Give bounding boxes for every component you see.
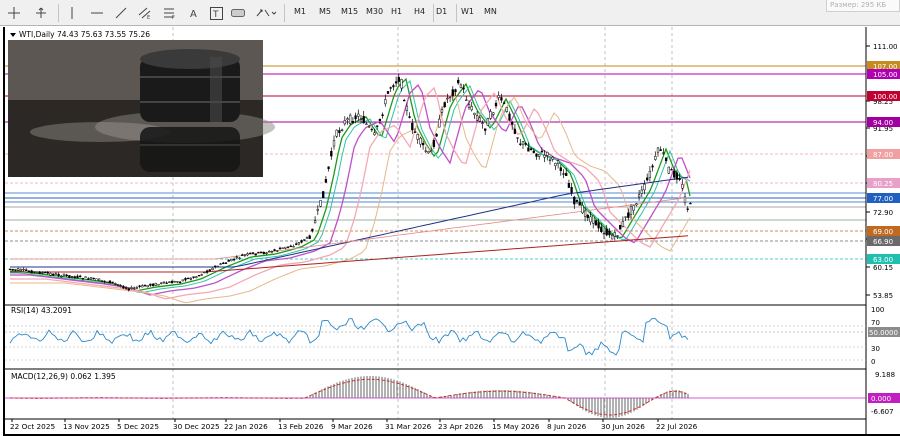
rectangle-label-icon[interactable] [230, 3, 246, 23]
level-badge-text: 100.00 [873, 93, 898, 101]
date-label: 23 Apr 2026 [438, 422, 483, 431]
level-badge-text: 66.90 [873, 238, 893, 246]
level-badge-text: 69.00 [873, 228, 893, 236]
equidistant-channel-icon[interactable]: E [137, 3, 153, 23]
price-label: 111.00 [873, 43, 898, 51]
date-label: 30 Dec 2025 [173, 422, 220, 431]
level-badge-text: 87.00 [873, 151, 893, 159]
timeframe-m15[interactable]: M15 [341, 7, 358, 16]
timeframe-mn[interactable]: MN [484, 7, 497, 16]
level-badge-text: 105.00 [873, 71, 898, 79]
oil-barrel-image [8, 40, 275, 177]
symbol-title: WTI,Daily 74.43 75.63 73.55 75.26 [19, 30, 150, 39]
vertical-line-icon[interactable] [66, 3, 78, 23]
date-label: 13 Nov 2025 [63, 422, 110, 431]
svg-text:F: F [172, 15, 175, 19]
date-label: 9 Mar 2026 [331, 422, 373, 431]
timeframe-m5[interactable]: M5 [319, 7, 331, 16]
svg-text:T: T [212, 10, 219, 20]
rsi-title: RSI(14) 43.2091 [11, 306, 72, 315]
date-label: 22 Oct 2025 [10, 422, 55, 431]
fibonacci-icon[interactable]: F [162, 3, 178, 23]
macd-title: MACD(12,26,9) 0.062 1.395 [11, 372, 116, 381]
timeframe-m30[interactable]: M30 [366, 7, 383, 16]
arrows-dropdown-icon[interactable] [254, 3, 278, 23]
rsi-scale-label: 100 [871, 306, 884, 314]
price-label: 53.85 [873, 292, 893, 300]
text-icon[interactable]: A [186, 3, 202, 23]
svg-text:E: E [147, 15, 150, 19]
toolbar: E F A T M1 M5 M15 M30 H1 H4 D1 W1 MN Размер: 295… [0, 0, 900, 26]
level-badge-text: 63.00 [873, 256, 893, 264]
level-badge-text: 77.00 [873, 195, 893, 203]
timeframe-h4[interactable]: H4 [414, 7, 425, 16]
rsi-level-text: 50.0000 [869, 329, 898, 337]
date-label: 22 Jan 2026 [224, 422, 268, 431]
symbol-info: WTI,Daily 74.43 75.63 73.55 75.26 [10, 30, 150, 39]
macd-scale-bottom: -6.607 [871, 408, 894, 416]
date-label: 31 Mar 2026 [385, 422, 432, 431]
timeframe-h1[interactable]: H1 [391, 7, 402, 16]
macd-level-text: 0.000 [871, 395, 891, 403]
date-label: 8 Jun 2026 [547, 422, 587, 431]
price-label: 72.90 [873, 209, 893, 217]
timeframe-d1[interactable]: D1 [436, 7, 447, 16]
date-label: 22 Jul 2026 [656, 422, 698, 431]
price-label: 60.15 [873, 264, 893, 272]
level-badge-text: 94.00 [873, 119, 893, 127]
date-label: 15 May 2026 [492, 422, 540, 431]
svg-text:A: A [190, 9, 197, 19]
rsi-scale-label: 0 [871, 358, 875, 366]
timeframe-m1[interactable]: M1 [294, 7, 306, 16]
rsi-scale-label: 30 [871, 345, 880, 353]
text-label-icon[interactable]: T [208, 3, 224, 23]
rsi-scale-label: 70 [871, 319, 880, 327]
level-badge-text: 80.25 [873, 180, 893, 188]
chart-window[interactable]: WTI,Daily 74.43 75.63 73.55 75.26 111.00… [3, 27, 900, 436]
size-badge: Размер: 295 КБ [826, 0, 900, 12]
macd-scale-top: 9.188 [875, 371, 895, 379]
horizontal-line-icon[interactable] [90, 3, 104, 23]
date-label: 13 Feb 2026 [278, 422, 324, 431]
crosshair-icon[interactable] [6, 3, 22, 23]
trendline-icon[interactable] [114, 3, 128, 23]
cursor-icon[interactable] [33, 3, 49, 23]
timeframe-w1[interactable]: W1 [461, 7, 474, 16]
chart-canvas[interactable]: WTI,Daily 74.43 75.63 73.55 75.26 111.00… [5, 27, 900, 434]
date-label: 5 Dec 2025 [117, 422, 159, 431]
date-label: 30 Jun 2026 [601, 422, 645, 431]
